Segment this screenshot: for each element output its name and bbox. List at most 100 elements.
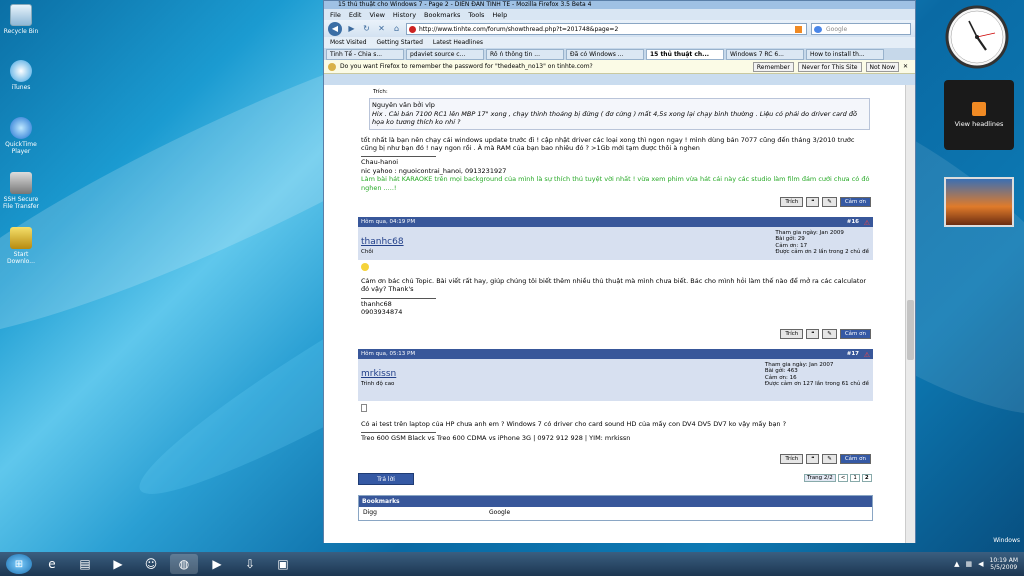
post-actions: Trích ❝ ✎ Cảm ơn (780, 329, 871, 339)
menu-edit[interactable]: Edit (349, 11, 362, 19)
stop-icon: ✕ (378, 24, 385, 33)
clock-gadget[interactable] (944, 5, 1014, 69)
windows-logo-icon: ⊞ (14, 558, 24, 570)
taskbar-remote-icon[interactable]: ▣ (269, 554, 297, 574)
desktop-icon-recycle-bin[interactable]: Recycle Bin (2, 4, 40, 35)
forum-post: Trích: Nguyên văn bởi vlp Hix . Cài bản … (358, 85, 873, 207)
thanks-button[interactable]: Cảm ơn (839, 454, 871, 464)
post-number[interactable]: #16 (847, 217, 859, 227)
not-now-button[interactable]: Not Now (865, 61, 899, 72)
taskbar-firefox-icon[interactable]: ◍ (170, 554, 198, 574)
url-bar[interactable]: http://www.tinhte.com/forum/showthread.p… (406, 22, 807, 35)
tab-how-to-install[interactable]: How to install th... (806, 49, 884, 60)
feed-gadget-label: View headlines (954, 120, 1004, 128)
menu-bookmarks[interactable]: Bookmarks (424, 11, 460, 19)
rss-feed-icon[interactable] (795, 25, 802, 33)
stat-line: Được cảm ơn 127 lần trong 61 chủ đề (764, 380, 869, 387)
quick-reply-button[interactable]: ✎ (822, 197, 837, 207)
signature-divider (361, 156, 436, 158)
taskbar-download-icon[interactable]: ⇩ (236, 554, 264, 574)
password-prompt-text: Do you want Firefox to remember the pass… (340, 63, 593, 70)
quick-reply-button[interactable]: ✎ (822, 454, 837, 464)
desktop-icon-start-downloading[interactable]: Start Downlo... (2, 227, 40, 265)
post-body: Trích: Nguyên văn bởi vlp Hix . Cài bản … (358, 85, 873, 195)
multiquote-button[interactable]: ❝ (806, 197, 820, 207)
bookmark-digg[interactable]: Digg (363, 509, 489, 516)
bookmark-google[interactable]: Google (489, 509, 510, 516)
signature-line: Treo 600 GSM Black vs Treo 600 CDMA vs i… (361, 434, 631, 443)
volume-icon[interactable]: ◀ (978, 560, 983, 568)
quote-button[interactable]: Trích (780, 454, 804, 464)
network-icon[interactable]: ▦ (966, 560, 973, 568)
tray-clock[interactable]: 10:19 AM 5/5/2009 (990, 557, 1018, 571)
reply-button[interactable]: Trả lời (358, 473, 414, 485)
thanks-button[interactable]: Cảm ơn (839, 329, 871, 339)
tab-pdaviet[interactable]: pdaviet source c... (406, 49, 484, 60)
post-date: Hôm qua, 05:13 PM (361, 351, 416, 357)
bookmark-latest-headlines[interactable]: Latest Headlines (433, 39, 483, 46)
back-arrow-icon: ◀ (331, 24, 339, 33)
clock-date: 5/5/2009 (990, 564, 1018, 571)
bookmark-most-visited[interactable]: Most Visited (330, 39, 367, 46)
menu-history[interactable]: History (393, 11, 416, 19)
taskbar-media-player-icon[interactable]: ▶ (104, 554, 132, 574)
desktop-icon-label: Start Downlo... (7, 251, 35, 265)
taskbar-explorer-icon[interactable]: ▤ (71, 554, 99, 574)
post-number[interactable]: #17 (847, 349, 859, 359)
multiquote-button[interactable]: ❝ (806, 329, 820, 339)
bookmark-getting-started[interactable]: Getting Started (377, 39, 423, 46)
post-text: Có ai test trên laptop của HP chưa anh e… (361, 420, 787, 428)
bookmarks-box: Bookmarks Digg Google (358, 495, 873, 521)
close-icon[interactable]: ✕ (903, 63, 911, 70)
post-username[interactable]: thanhc68 (361, 237, 404, 247)
key-icon (328, 62, 336, 71)
taskbar-winamp-icon[interactable]: ▶ (203, 554, 231, 574)
quote-button[interactable]: Trích (780, 197, 804, 207)
tab-thong-tin[interactable]: Rô ń thông tin ... (486, 49, 564, 60)
tab-windows-7-rc[interactable]: Windows 7 RC 6... (726, 49, 804, 60)
home-button[interactable]: ⌂ (391, 23, 402, 34)
never-for-this-site-button[interactable]: Never for This Site (797, 61, 862, 72)
menu-help[interactable]: Help (492, 11, 507, 19)
desktop-icon-itunes[interactable]: iTunes (2, 60, 40, 91)
desktop-icon-quicktime[interactable]: QuickTime Player (2, 117, 40, 155)
menu-file[interactable]: File (330, 11, 341, 19)
taskbar: ⊞ e ▤ ▶ ☺ ◍ ▶ ⇩ ▣ ▲ ▦ ◀ 10:19 AM 5/5/200… (0, 552, 1024, 576)
search-box[interactable]: Google (811, 22, 911, 35)
slideshow-gadget[interactable] (944, 177, 1014, 227)
tab-da-co-windows[interactable]: Đã có Windows ... (566, 49, 644, 60)
tab-15-thu-thuat[interactable]: 15 thủ thuật ch... (646, 49, 724, 60)
tray-up-icon[interactable]: ▲ (954, 560, 959, 568)
menu-tools[interactable]: Tools (468, 11, 484, 19)
forward-button[interactable]: ▶ (346, 23, 357, 34)
stop-button[interactable]: ✕ (376, 23, 387, 34)
vertical-scrollbar[interactable] (905, 85, 915, 543)
post-user-role: Trình độ cao (361, 381, 395, 387)
quote-button[interactable]: Trích (780, 329, 804, 339)
desktop-icon-ssh[interactable]: SSH Secure File Transfer (2, 172, 40, 210)
post-actions: Trích ❝ ✎ Cảm ơn (780, 454, 871, 464)
back-button[interactable]: ◀ (328, 21, 342, 36)
post-username[interactable]: mrkissn (361, 369, 396, 379)
signature-line: 0903934874 (361, 308, 403, 317)
remember-button[interactable]: Remember (752, 61, 794, 72)
feed-headlines-gadget[interactable]: View headlines (944, 80, 1014, 150)
menu-view[interactable]: View (369, 11, 384, 19)
multiquote-button[interactable]: ❝ (806, 454, 820, 464)
bookmarks-toolbar: Most Visited Getting Started Latest Head… (324, 37, 915, 48)
taskbar-yahoo-icon[interactable]: ☺ (137, 554, 165, 574)
reload-button[interactable]: ↻ (361, 23, 372, 34)
page-1[interactable]: 1 (850, 474, 860, 482)
thanks-button[interactable]: Cảm ơn (839, 197, 871, 207)
google-icon (814, 25, 822, 33)
tab-tinhte[interactable]: Tinh Tế - Chia s... (326, 49, 404, 60)
start-button[interactable]: ⊞ (6, 554, 32, 574)
page-prev[interactable]: < (837, 474, 849, 482)
signature-line: nic yahoo : nguoicontrai_hanoi, 09132319… (361, 166, 507, 175)
taskbar-ie-icon[interactable]: e (38, 554, 66, 574)
quick-reply-button[interactable]: ✎ (822, 329, 837, 339)
recycle-bin-icon (10, 4, 32, 26)
page-2[interactable]: 2 (861, 474, 872, 482)
page-content: Trích: Nguyên văn bởi vlp Hix . Cài bản … (324, 85, 915, 543)
scrollbar-thumb[interactable] (907, 300, 914, 360)
